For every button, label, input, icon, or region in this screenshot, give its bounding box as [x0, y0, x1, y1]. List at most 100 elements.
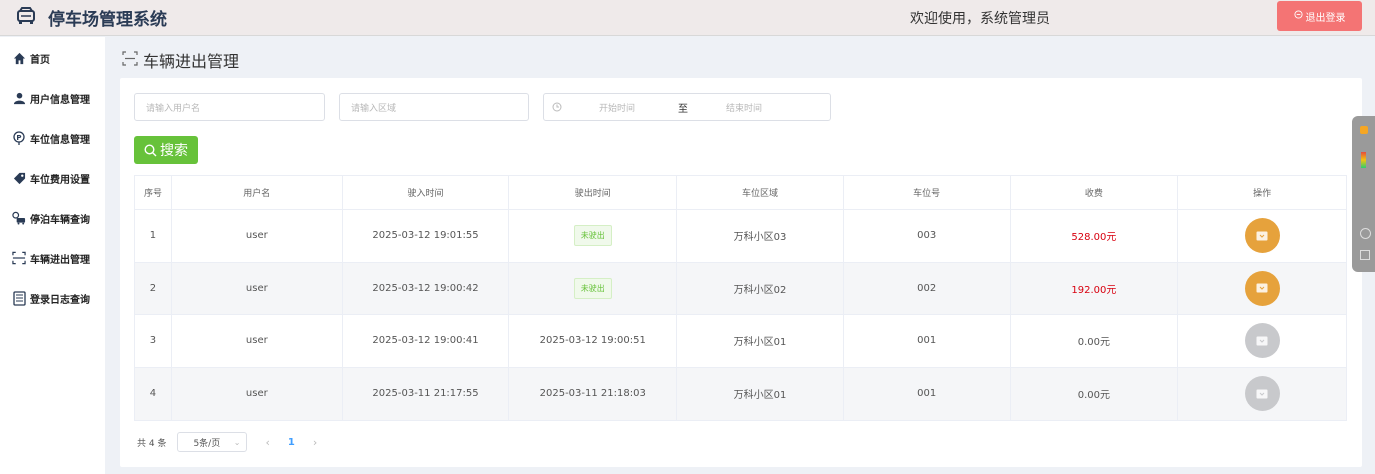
start-time-placeholder[interactable]: 开始时间	[599, 101, 635, 114]
page-title-text: 车辆进出管理	[143, 52, 240, 71]
status-badge: 未驶出	[573, 225, 612, 247]
cell-text: 0.00元	[1077, 337, 1111, 349]
refresh-icon	[1360, 228, 1371, 239]
chevron-down-icon: ⌄	[233, 437, 241, 447]
cell-text: 2025-03-12 19:00:41	[372, 335, 479, 347]
prev-page-icon[interactable]: ‹	[265, 436, 269, 449]
exit-action-button[interactable]	[1244, 218, 1280, 254]
username-input[interactable]: 请输入用户名	[134, 93, 325, 121]
next-page-icon[interactable]: ›	[313, 436, 317, 449]
cell-area: 万科小区01	[677, 315, 844, 367]
cell-text: 001	[917, 335, 937, 347]
area-input[interactable]: 请输入区域	[339, 93, 529, 121]
cell-text: 0.00元	[1077, 390, 1111, 402]
header-col-username: 用户名	[172, 176, 343, 209]
sidebar-item-label: 首页	[30, 54, 50, 66]
search-label: 搜索	[160, 143, 188, 159]
exit-action-button[interactable]	[1244, 270, 1280, 306]
cell-text: 2025-03-11 21:18:03	[539, 388, 646, 400]
car-logo-icon	[16, 6, 36, 29]
ticket-icon	[1256, 231, 1268, 241]
cell-text: 3	[149, 335, 157, 347]
search-button[interactable]: 搜索	[134, 136, 198, 164]
cell-text: user	[245, 230, 268, 242]
cell-spot: 001	[844, 367, 1011, 420]
sidebar-item-entry-exit[interactable]: 车辆进出管理	[12, 248, 90, 268]
username-placeholder: 请输入用户名	[146, 103, 201, 114]
welcome-text: 欢迎使用，系统管理员	[910, 11, 1050, 27]
scan-icon	[12, 251, 26, 265]
sidebar-item-label: 车位费用设置	[30, 174, 90, 186]
sidebar-item-spot-info[interactable]: P 车位信息管理	[12, 128, 90, 148]
cell-username: user	[172, 315, 343, 367]
cell-text: 192.00元	[1071, 284, 1117, 296]
user-icon	[12, 91, 26, 105]
range-separator: 至	[678, 103, 688, 115]
log-icon	[12, 290, 26, 306]
cell-action	[1178, 315, 1346, 367]
tag-icon	[12, 171, 26, 185]
cell-text: 2	[149, 282, 157, 294]
sidebar-item-parked-query[interactable]: 停泊车辆查询	[12, 208, 90, 228]
logout-button[interactable]: 退出登录	[1277, 1, 1362, 31]
app-title: 停车场管理系统	[48, 10, 167, 30]
table-row: 2 user 2025-03-12 19:00:42 未驶出 万科小区02 002 192.…	[135, 262, 1346, 315]
search-icon	[144, 143, 160, 157]
page-size-value: 5条/页	[193, 438, 221, 449]
cell-in-time: 2025-03-11 21:17:55	[343, 367, 510, 420]
cell-area: 万科小区02	[677, 262, 844, 314]
cell-area: 万科小区03	[677, 210, 844, 262]
floating-toolbar[interactable]	[1352, 116, 1375, 272]
sidebar-item-label: 用户信息管理	[30, 94, 90, 106]
svg-text:P: P	[16, 134, 21, 142]
table-row: 4 user 2025-03-11 21:17:55 2025-03-11 21:18…	[135, 367, 1346, 421]
pagination: 共 4 条 5条/页 ⌄ ‹ 1 ›	[137, 432, 317, 452]
cell-text: 万科小区03	[733, 232, 787, 244]
sidebar: 首页 用户信息管理 P 车位信息管理 车位费用设置 停泊车辆查询 车辆进出管理 …	[0, 37, 105, 474]
header-col-fee: 收费	[1011, 176, 1179, 209]
meter-icon	[1361, 152, 1366, 168]
header-col-in-time: 驶入时间	[343, 176, 510, 209]
cell-text: 万科小区02	[733, 284, 787, 296]
sidebar-item-label: 登录日志查询	[30, 294, 90, 306]
cell-spot: 001	[844, 315, 1011, 367]
end-time-placeholder[interactable]: 结束时间	[726, 101, 762, 114]
sidebar-item-label: 停泊车辆查询	[30, 214, 90, 226]
page-size-select[interactable]: 5条/页 ⌄	[177, 432, 248, 452]
cell-username: user	[172, 210, 343, 262]
top-header: 停车场管理系统 欢迎使用，系统管理员 退出登录	[0, 0, 1375, 36]
home-icon	[12, 51, 26, 65]
table-row: 1 user 2025-03-12 19:01:55 未驶出 万科小区03 003 528.…	[135, 210, 1346, 263]
cell-action	[1178, 368, 1346, 421]
cell-text: 2025-03-12 19:00:42	[372, 282, 479, 294]
cell-text: user	[245, 282, 268, 294]
ticket-icon	[1256, 283, 1268, 293]
cell-text: 003	[917, 230, 937, 242]
cell-text: 2025-03-12 19:01:55	[372, 230, 479, 242]
cell-action	[1178, 210, 1346, 262]
cell-out-time: 2025-03-11 21:18:03	[509, 367, 678, 420]
sidebar-item-fee-setting[interactable]: 车位费用设置	[12, 168, 90, 188]
power-icon	[1293, 10, 1306, 22]
sidebar-item-login-log[interactable]: 登录日志查询	[12, 288, 90, 308]
page-title: 车辆进出管理	[122, 48, 239, 72]
cell-text: 528.00元	[1071, 232, 1117, 244]
expand-icon	[1360, 250, 1370, 260]
cell-text: user	[245, 388, 268, 400]
sidebar-item-user-info[interactable]: 用户信息管理	[12, 88, 90, 108]
cell-username: user	[172, 367, 343, 420]
badge-icon	[1360, 126, 1368, 134]
status-badge: 未驶出	[573, 277, 612, 299]
cell-in-time: 2025-03-12 19:00:42	[343, 262, 510, 314]
header-col-index: 序号	[135, 176, 172, 209]
page-number-current[interactable]: 1	[288, 437, 295, 448]
cell-spot: 003	[844, 210, 1011, 262]
date-range-picker[interactable]: 开始时间 至 结束时间	[543, 93, 831, 121]
cell-text: 2025-03-12 19:00:51	[539, 335, 646, 347]
exit-action-button	[1244, 376, 1280, 412]
sidebar-item-home[interactable]: 首页	[12, 48, 50, 68]
header-col-area: 车位区域	[677, 176, 844, 209]
cell-text: 4	[149, 388, 157, 400]
cell-index: 3	[135, 315, 172, 367]
cell-in-time: 2025-03-12 19:00:41	[343, 315, 510, 367]
